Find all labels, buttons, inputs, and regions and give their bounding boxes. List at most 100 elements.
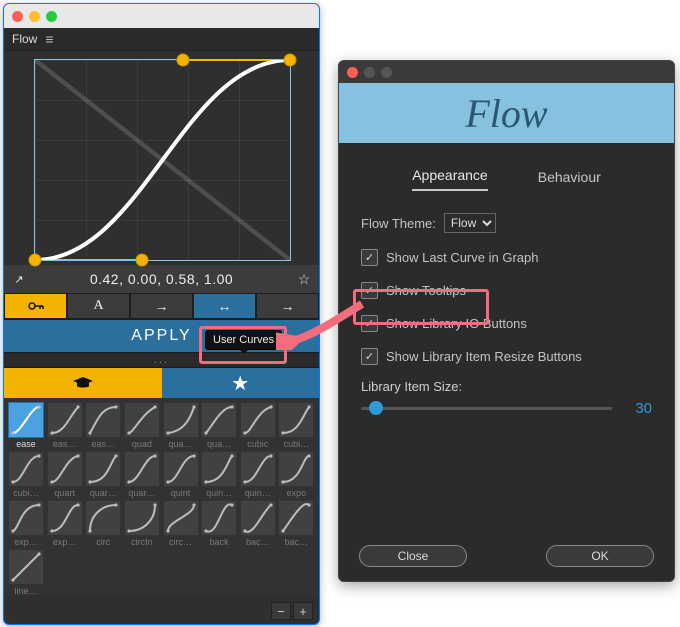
window-titlebar [4,4,319,28]
ok-button[interactable]: OK [546,545,654,567]
bezier-values-row: ↗ 0.42, 0.00, 0.58, 1.00 ☆ [4,265,319,293]
library-size-slider[interactable] [361,407,612,410]
curve-thumb [8,402,44,438]
curve-item-ease[interactable]: ease [8,402,44,449]
curve-label: quart [48,488,82,498]
curve-item-back[interactable]: back [201,500,237,547]
curve-item-eas[interactable]: eas… [47,402,83,449]
arrow-right-button-2[interactable]: → [256,293,319,319]
curve-label: quar… [125,488,159,498]
curve-label: circIn [125,537,159,547]
curve-thumb [124,451,160,487]
text-tool-button[interactable]: A [67,293,130,319]
curve-thumb [8,549,44,585]
curve-thumb [47,402,83,438]
tab-appearance[interactable]: Appearance [412,167,488,191]
dialog-buttons: Close OK [339,545,674,567]
curve-thumb [278,402,314,438]
bezier-graph[interactable] [34,59,291,261]
curve-label: eas… [86,439,120,449]
bezier-handle-start-anchor[interactable] [29,254,42,267]
library-tab-presets[interactable] [4,368,162,398]
curve-item-quart[interactable]: quart [47,451,83,498]
curve-thumb [163,451,199,487]
close-button[interactable]: Close [359,545,467,567]
close-icon[interactable] [347,67,358,78]
close-icon[interactable] [12,11,23,22]
key-tool-button[interactable] [4,293,67,319]
curve-label: qua… [202,439,236,449]
row-show-tooltips: ✓ Show Tooltips [339,274,674,307]
theme-select[interactable]: Flow [444,213,496,233]
label-show-io-buttons: Show Library IO Buttons [386,316,527,331]
curve-thumb [8,500,44,536]
curve-item-quin[interactable]: quin… [240,451,276,498]
checkbox-show-resize-buttons[interactable]: ✓ [361,348,378,365]
curve-item-expo[interactable]: expo [278,451,314,498]
curve-library: easeeas…eas…quadqua…qua…cubiccubi…cubi…q… [4,398,319,596]
expand-handle[interactable]: ... [4,352,319,368]
popout-icon[interactable]: ↗ [4,273,34,286]
curve-item-quint[interactable]: quint [163,451,199,498]
bezier-handle-p2[interactable] [177,54,190,67]
row-show-io-buttons: ✓ Show Library IO Buttons [339,307,674,340]
row-show-last-curve: ✓ Show Last Curve in Graph [339,241,674,274]
arrow-right-button-1[interactable]: → [130,293,193,319]
lib-size-increase-button[interactable]: + [293,602,313,620]
curve-item-quar[interactable]: quar… [85,451,121,498]
curve-label: line… [9,586,43,596]
checkbox-show-last-curve[interactable]: ✓ [361,249,378,266]
curve-item-quar[interactable]: quar… [124,451,160,498]
curve-label: bac… [279,537,313,547]
curve-item-circ[interactable]: circ… [163,500,199,547]
curve-item-quad[interactable]: quad [124,402,160,449]
curve-item-cubi[interactable]: cubi… [8,451,44,498]
bezier-handle-p1[interactable] [136,254,149,267]
curve-label: ease [9,439,43,449]
curve-item-bac[interactable]: bac… [278,500,314,547]
tab-behaviour[interactable]: Behaviour [538,169,601,191]
lib-size-decrease-button[interactable]: − [271,602,291,620]
panel-menu-icon[interactable]: ≡ [45,31,53,47]
library-footer: − + [271,602,313,620]
curve-item-cubi[interactable]: cubi… [278,402,314,449]
tooltip: User Curves [205,330,282,350]
curve-item-exp[interactable]: exp… [47,500,83,547]
minimize-icon [364,67,375,78]
curve-item-eas[interactable]: eas… [85,402,121,449]
curve-thumb [8,451,44,487]
curve-thumb [85,500,121,536]
library-tab-user[interactable]: ★ [162,368,320,398]
curve-item-cubic[interactable]: cubic [240,402,276,449]
curve-thumb [124,500,160,536]
checkbox-show-tooltips[interactable]: ✓ [361,282,378,299]
curve-item-quin[interactable]: quin… [201,451,237,498]
curve-label: cubic [241,439,275,449]
bezier-values[interactable]: 0.42, 0.00, 0.58, 1.00 [34,271,289,287]
minimize-icon[interactable] [29,11,40,22]
arrow-both-button[interactable]: ↔ [193,293,256,319]
favorite-icon[interactable]: ☆ [289,271,319,288]
curve-item-circ[interactable]: circ [85,500,121,547]
row-show-resize-buttons: ✓ Show Library Item Resize Buttons [339,340,674,373]
slider-thumb[interactable] [369,401,383,415]
curve-label: eas… [48,439,82,449]
curve-item-circIn[interactable]: circIn [124,500,160,547]
zoom-icon[interactable] [46,11,57,22]
label-show-last-curve: Show Last Curve in Graph [386,250,538,265]
curve-item-bac[interactable]: bac… [240,500,276,547]
bezier-handle-end-anchor[interactable] [284,54,297,67]
curve-label: cubi… [9,488,43,498]
curve-thumb [278,500,314,536]
curve-thumb [240,402,276,438]
curve-label: circ… [164,537,198,547]
curve-item-exp[interactable]: exp… [8,500,44,547]
checkbox-show-io-buttons[interactable]: ✓ [361,315,378,332]
tool-row: A → ↔ → [4,293,319,319]
curve-thumb [163,500,199,536]
curve-item-qua[interactable]: qua… [201,402,237,449]
curve-item-qua[interactable]: qua… [163,402,199,449]
curve-item-line[interactable]: line… [8,549,44,596]
curve-label: exp… [9,537,43,547]
curve-label: expo [279,488,313,498]
